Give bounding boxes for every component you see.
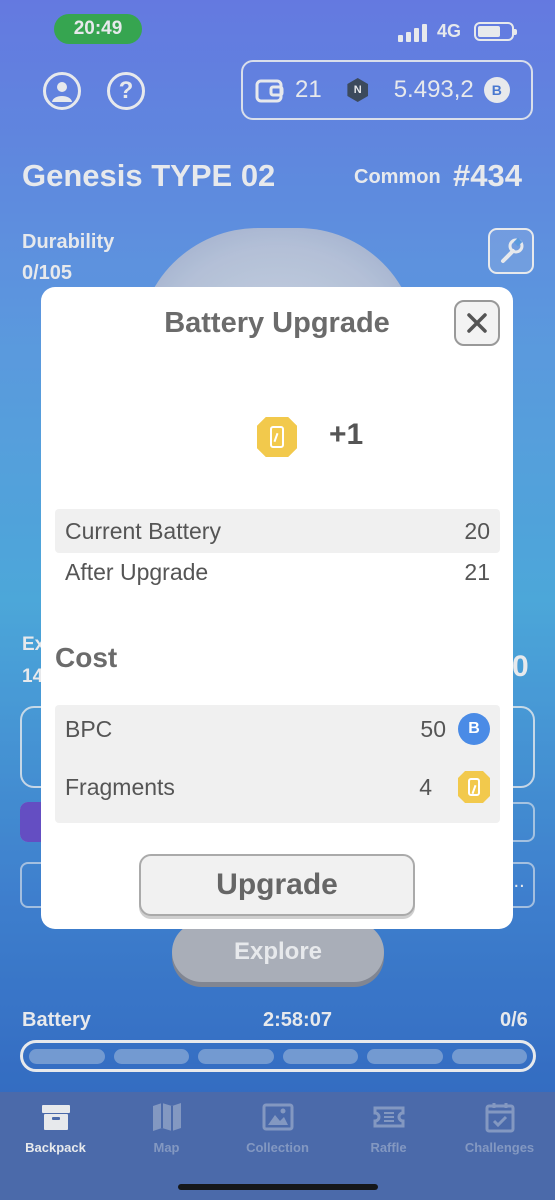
fragments-label: Fragments: [65, 773, 175, 800]
upgrade-button[interactable]: Upgrade: [139, 854, 415, 916]
fragment-icon: [458, 771, 490, 803]
cost-box: BPC 50 B Fragments 4: [55, 705, 500, 823]
battery-increase: +1: [329, 418, 364, 451]
close-button[interactable]: [454, 300, 500, 346]
after-upgrade-row: After Upgrade 21: [55, 550, 500, 594]
fragments-value: 4: [419, 773, 432, 800]
battery-upgrade-modal: Battery Upgrade +1 Current Battery 20 Af…: [41, 287, 513, 929]
after-upgrade-label: After Upgrade: [65, 558, 209, 585]
cost-heading: Cost: [55, 642, 118, 673]
b-coin-icon: B: [458, 713, 490, 745]
bpc-label: BPC: [65, 715, 113, 742]
modal-title: Battery Upgrade: [164, 307, 390, 339]
close-icon: [467, 313, 487, 333]
bpc-cost-row: BPC 50 B: [65, 713, 490, 745]
current-battery-row: Current Battery 20: [55, 509, 500, 553]
fragments-cost-row: Fragments 4: [65, 771, 490, 803]
current-battery-value: 20: [464, 517, 490, 544]
after-upgrade-value: 21: [464, 558, 490, 585]
current-battery-label: Current Battery: [65, 517, 221, 544]
fragment-icon: [257, 417, 297, 457]
bpc-value: 50: [420, 715, 446, 742]
